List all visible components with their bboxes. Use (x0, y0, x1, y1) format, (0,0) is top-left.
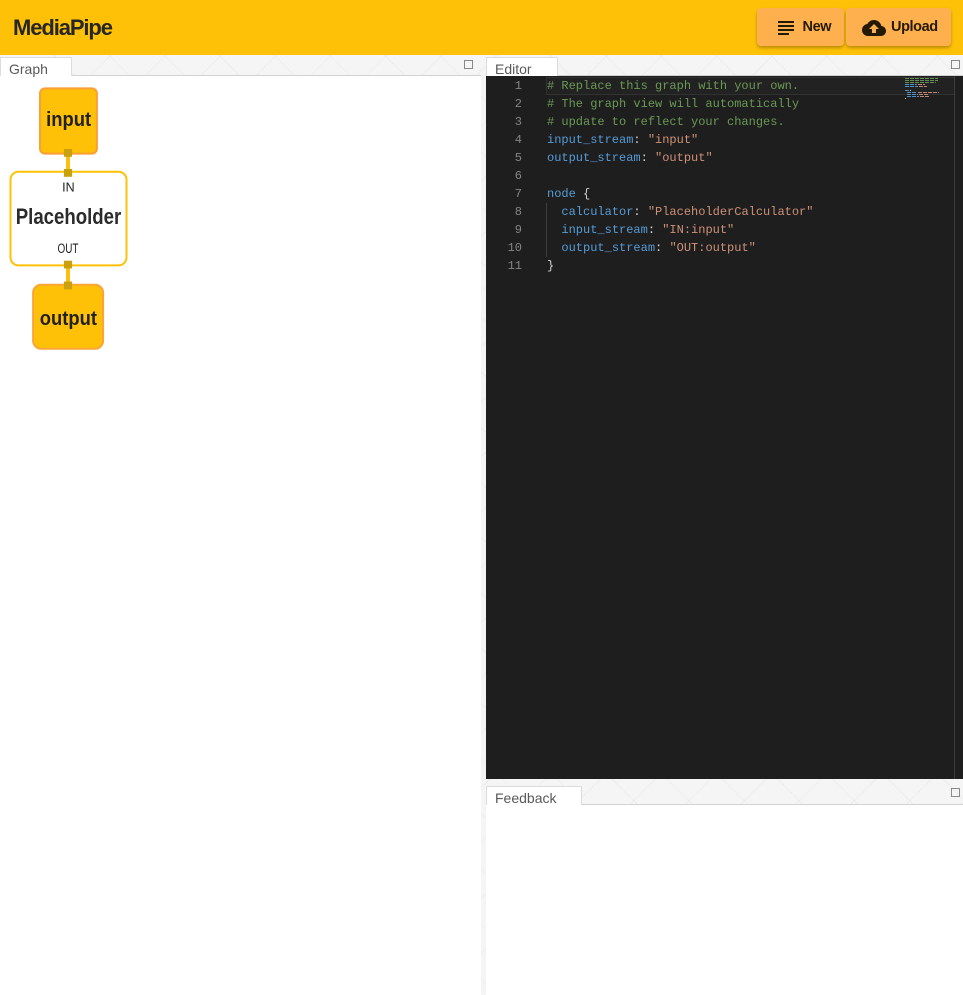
svg-text:Placeholder: Placeholder (16, 204, 122, 229)
svg-text:output: output (40, 308, 98, 330)
svg-text:OUT: OUT (58, 241, 79, 256)
svg-text:IN: IN (62, 180, 75, 194)
svg-text:input: input (46, 109, 91, 131)
